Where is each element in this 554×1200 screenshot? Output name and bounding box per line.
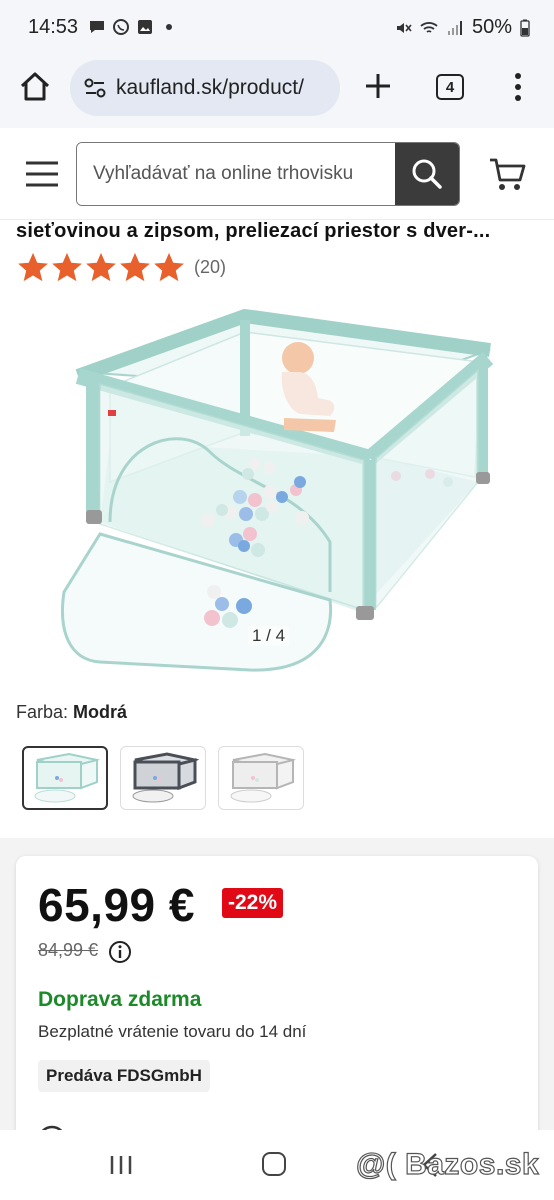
status-time: 14:53 [28,16,79,38]
playpen-thumbnail [34,752,100,803]
star-icon [52,252,82,282]
battery-percent: 50% [471,16,512,38]
recent-apps-icon[interactable] [108,1154,134,1176]
price: 65,99 € [38,879,195,931]
old-price: 84,99 € [38,940,99,960]
star-icon [120,252,150,282]
free-shipping: Doprava zdarma [38,988,202,1011]
plus-icon[interactable] [362,70,394,102]
whatsapp-icon [113,19,129,35]
free-returns: Bezplatné vrátenie tovaru do 14 dní [38,1022,307,1041]
cart-icon[interactable] [488,156,526,192]
seller-badge[interactable]: Predáva FDSGmbH [38,1060,210,1092]
image-counter: 1 / 4 [248,626,290,646]
product-image-gallery[interactable]: 1 / 4 [0,292,554,684]
swatch-light-grey[interactable] [218,746,304,810]
discount-badge: -22% [222,888,284,918]
message-icon [90,21,104,33]
swatch-dark-grey[interactable] [120,746,206,810]
gallery-icon [138,20,152,34]
star-icon [86,252,116,282]
color-label-text: Farba: [16,702,69,722]
playpen-thumbnail [132,752,199,803]
search-bar [76,142,460,206]
status-bar: 14:53 50% [0,0,554,56]
star-icon [18,252,48,282]
signal-icon [447,20,462,35]
search-icon [412,159,442,189]
price-card: 65,99 € -22% 84,99 € Doprava zdarma Bezp… [16,856,538,1146]
info-icon[interactable] [108,940,132,964]
review-count[interactable]: (20) [194,257,226,278]
battery-icon [520,19,530,37]
hamburger-menu-icon[interactable] [24,160,60,188]
site-settings-icon[interactable] [82,75,108,101]
wifi-icon [420,21,438,33]
system-nav-bar: @( Bazos.sk [0,1130,554,1200]
search-button[interactable] [395,143,459,205]
home-nav-button[interactable] [262,1152,286,1176]
system-icons: 50% [394,16,530,39]
search-input[interactable] [77,143,395,205]
home-icon[interactable] [18,70,52,104]
product-title: sieťovinou a zipsom, preliezací priestor… [16,220,491,242]
mute-icon [396,22,412,33]
watermark: @( Bazos.sk [355,1147,540,1181]
star-icon [154,252,184,282]
more-vert-icon[interactable] [506,70,530,104]
url-text[interactable]: kaufland.sk/product/ [116,76,304,100]
playpen-thumbnail [230,752,296,803]
color-value: Modrá [73,702,128,722]
color-swatches [22,746,304,810]
swatch-mint[interactable] [22,746,108,810]
notification-icons [88,18,178,36]
site-header [0,128,554,220]
color-label: Farba: Modrá [16,702,127,723]
tab-switcher-button[interactable]: 4 [436,74,464,100]
tab-count: 4 [445,78,455,96]
address-bar[interactable]: kaufland.sk/product/ [70,60,340,116]
browser-toolbar: kaufland.sk/product/ 4 [0,56,554,128]
rating[interactable]: (20) [16,250,226,284]
dot-icon [166,24,172,30]
